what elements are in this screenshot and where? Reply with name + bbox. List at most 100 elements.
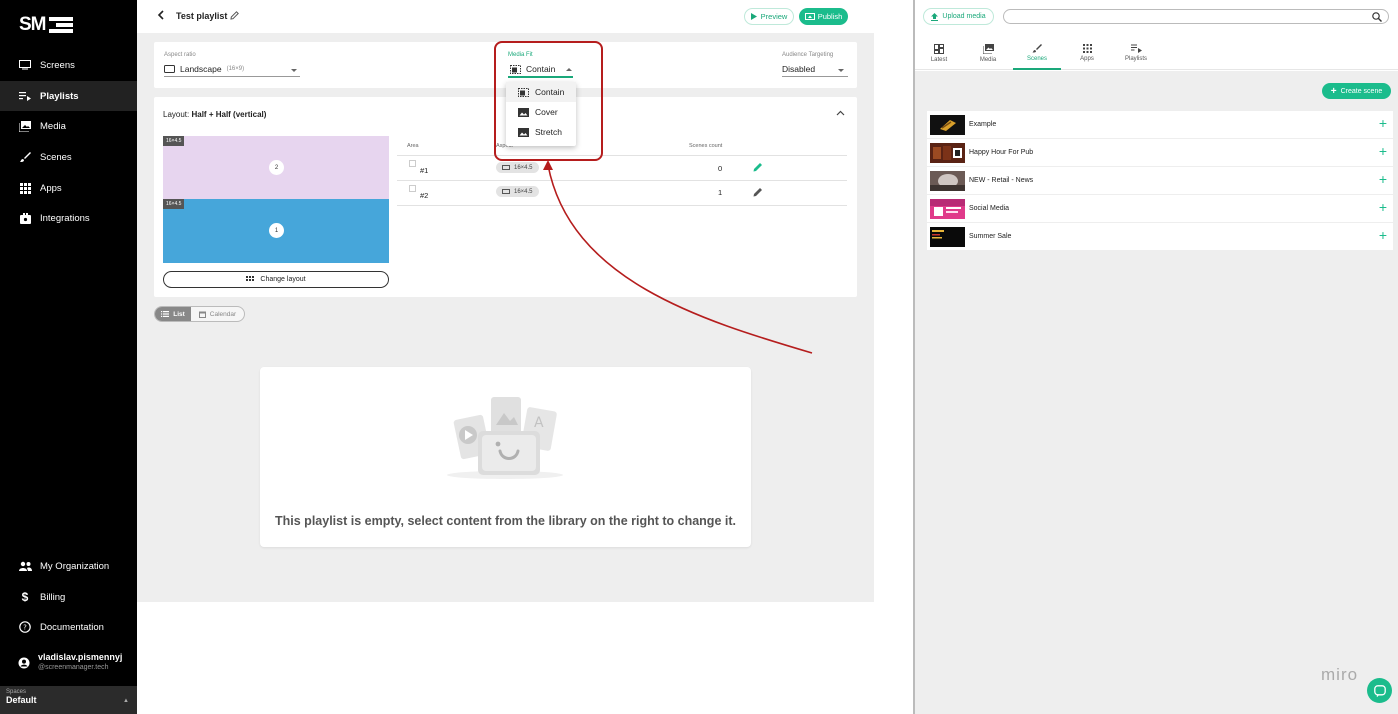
scene-name: Example — [969, 121, 997, 128]
add-scene-plus-icon[interactable]: + — [1379, 172, 1387, 186]
playlist-icon — [18, 89, 32, 103]
add-scene-plus-icon[interactable]: + — [1379, 200, 1387, 214]
sidebar-item-label: Playlists — [40, 90, 79, 102]
aspect-ratio-value: Landscape — [180, 64, 222, 74]
library-header: Upload media Latest Media Scenes Apps Pl… — [915, 0, 1398, 70]
sidebar-item-playlists[interactable]: Playlists — [0, 81, 137, 111]
sidebar-item-screens[interactable]: Screens — [0, 50, 137, 80]
audience-value: Disabled — [782, 64, 816, 74]
audience-select[interactable]: Disabled — [782, 64, 815, 74]
apps-grid-icon — [1082, 44, 1092, 53]
tab-media[interactable]: Media — [964, 36, 1012, 70]
layout-area-1[interactable]: 16×4.5 1 — [163, 199, 389, 263]
change-layout-button[interactable]: Change layout — [163, 271, 389, 288]
audience-caret-icon — [838, 69, 844, 72]
calendar-view-button[interactable]: Calendar — [191, 307, 244, 321]
list-item[interactable]: Happy Hour For Pub + — [927, 139, 1393, 167]
sidebar-item-label: Documentation — [40, 621, 104, 633]
sidebar-item-scenes[interactable]: Scenes — [0, 142, 137, 172]
aspect-ratio-label: Aspect ratio — [164, 52, 196, 58]
scene-name: NEW - Retail - News — [969, 177, 1034, 184]
landscape-icon — [502, 189, 510, 194]
logo-mark — [48, 17, 73, 33]
sidebar-item-billing[interactable]: $ Billing — [0, 582, 137, 612]
edit-pencil-icon[interactable] — [752, 187, 763, 198]
brush-icon — [18, 150, 32, 164]
playlist-icon — [1130, 44, 1142, 53]
list-item[interactable]: Social Media + — [927, 195, 1393, 223]
upload-media-button[interactable]: Upload media — [923, 8, 994, 25]
caret-icon: ▲ — [123, 698, 129, 704]
account-icon — [18, 657, 30, 669]
list-item[interactable]: Summer Sale + — [927, 223, 1393, 251]
list-item[interactable]: NEW - Retail - News + — [927, 167, 1393, 195]
aspect-ratio-select[interactable]: Landscape (16×9) — [164, 64, 244, 74]
change-layout-label: Change layout — [260, 276, 306, 283]
tab-label: Scenes — [1026, 55, 1047, 62]
plus-icon: + — [1330, 85, 1337, 97]
preview-button[interactable]: Preview — [744, 8, 794, 25]
tab-label: Media — [979, 56, 997, 63]
aspect-caret-icon — [291, 69, 297, 72]
tab-latest[interactable]: Latest — [915, 36, 963, 70]
spaces-selector[interactable]: Spaces Default ▲ — [0, 686, 137, 714]
view-toggle: List Calendar — [154, 306, 245, 322]
add-scene-plus-icon[interactable]: + — [1379, 144, 1387, 158]
row-aspect: 16×4.5 — [514, 164, 533, 171]
add-scene-plus-icon[interactable]: + — [1379, 116, 1387, 130]
scene-thumbnail — [930, 115, 965, 135]
sidebar-item-my-organization[interactable]: My Organization — [0, 551, 137, 581]
dollar-icon: $ — [21, 590, 29, 604]
tab-label: Latest — [930, 56, 948, 63]
calendar-icon — [198, 311, 206, 318]
sidebar-item-apps[interactable]: Apps — [0, 173, 137, 203]
row-scenes-count: 1 — [718, 188, 723, 197]
apps-grid-icon — [18, 181, 32, 195]
list-view-label: List — [173, 310, 185, 318]
scene-thumbnail — [930, 143, 965, 163]
tab-apps[interactable]: Apps — [1063, 36, 1111, 70]
collapse-chevron-icon[interactable] — [836, 110, 845, 116]
aspect-ratio-hint: (16×9) — [226, 66, 245, 72]
search-icon[interactable] — [1372, 12, 1382, 22]
audience-underline — [782, 76, 848, 77]
layout-area-2[interactable]: 16×4.5 2 — [163, 136, 389, 199]
scene-name: Social Media — [969, 205, 1010, 212]
sidebar-item-integrations[interactable]: Integrations — [0, 203, 137, 233]
sidebar-item-label: Screens — [40, 59, 75, 71]
user-profile[interactable]: vladislav.pismennyj @screenmanager.tech — [18, 652, 122, 671]
back-arrow-icon[interactable] — [157, 10, 165, 20]
area-thumb-icon — [409, 185, 416, 192]
list-view-button[interactable]: List — [155, 307, 191, 321]
list-item[interactable]: Example + — [927, 111, 1393, 139]
layout-title-value: Half + Half (vertical) — [191, 110, 267, 119]
sidebar-item-label: My Organization — [40, 560, 110, 572]
list-icon — [161, 311, 170, 317]
tab-scenes[interactable]: Scenes — [1013, 36, 1061, 70]
tab-playlists[interactable]: Playlists — [1112, 36, 1160, 70]
create-scene-label: Create scene — [1340, 87, 1383, 95]
monitor-icon — [18, 58, 32, 72]
upload-icon — [931, 12, 939, 21]
sidebar-item-documentation[interactable]: ? Documentation — [0, 612, 137, 642]
chat-button[interactable] — [1367, 678, 1392, 703]
edit-title-icon[interactable] — [230, 11, 239, 20]
layout-title: Layout: Half + Half (vertical) — [163, 110, 266, 119]
upload-media-label: Upload media — [942, 13, 986, 20]
create-scene-button[interactable]: + Create scene — [1322, 83, 1391, 99]
edit-pencil-icon[interactable] — [752, 162, 763, 173]
chat-icon — [1373, 684, 1386, 697]
library-search-input[interactable] — [1003, 9, 1389, 24]
publish-button[interactable]: Publish — [799, 8, 848, 25]
brand-logo[interactable]: SM — [19, 14, 73, 36]
calendar-view-label: Calendar — [209, 310, 237, 318]
scene-thumbnail — [930, 227, 965, 247]
scenes-list-area: + Create scene Example + Happy Hour For … — [915, 71, 1398, 714]
row-scenes-count: 0 — [718, 164, 723, 173]
integrations-icon — [18, 211, 32, 225]
tab-label: Apps — [1080, 56, 1094, 62]
brush-icon — [1032, 43, 1042, 52]
add-scene-plus-icon[interactable]: + — [1379, 228, 1387, 242]
sidebar-item-label: Apps — [40, 182, 62, 194]
sidebar-item-media[interactable]: Media — [0, 111, 137, 141]
